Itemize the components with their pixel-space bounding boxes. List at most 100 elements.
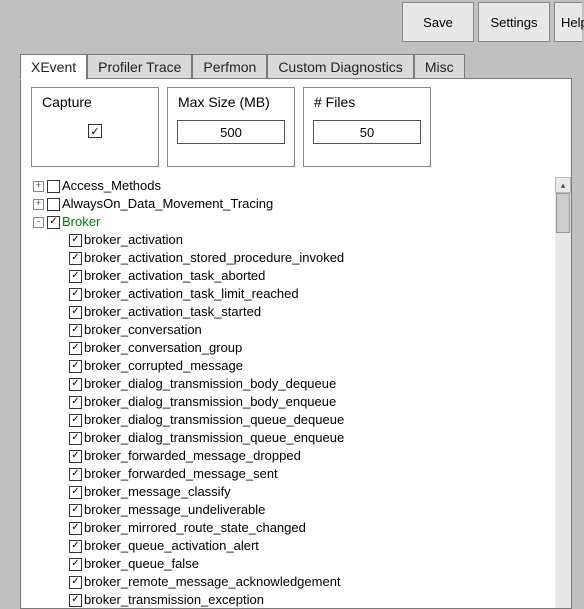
tree-checkbox[interactable]	[47, 198, 60, 211]
tree-item[interactable]: broker_conversation_group	[33, 339, 565, 357]
maxsize-label: Max Size (MB)	[168, 94, 270, 110]
tree-item[interactable]: broker_dialog_transmission_queue_enqueue	[33, 429, 565, 447]
tree-label: broker_message_undeliverable	[84, 501, 265, 519]
tree-checkbox[interactable]	[69, 432, 82, 445]
tree-checkbox[interactable]	[69, 450, 82, 463]
tree-checkbox[interactable]	[69, 504, 82, 517]
tree-label: Access_Methods	[62, 177, 161, 195]
tree-item[interactable]: broker_message_undeliverable	[33, 501, 565, 519]
tree-item[interactable]: broker_queue_activation_alert	[33, 537, 565, 555]
expand-icon[interactable]: +	[33, 199, 44, 210]
tree-label: broker_activation_stored_procedure_invok…	[84, 249, 344, 267]
collapse-icon[interactable]: -	[33, 217, 44, 228]
tab-profiler-trace[interactable]: Profiler Trace	[87, 54, 192, 79]
tree-label: broker_dialog_transmission_body_enqueue	[84, 393, 336, 411]
tree-item[interactable]: broker_mirrored_route_state_changed	[33, 519, 565, 537]
tree-label: broker_corrupted_message	[84, 357, 243, 375]
tree-checkbox[interactable]	[69, 468, 82, 481]
event-tree[interactable]: + Access_Methods + AlwaysOn_Data_Movement_T…	[33, 177, 565, 608]
tree-item[interactable]: broker_forwarded_message_sent	[33, 465, 565, 483]
tree-item[interactable]: broker_dialog_transmission_body_enqueue	[33, 393, 565, 411]
tree-item[interactable]: broker_activation_task_limit_reached	[33, 285, 565, 303]
tree-checkbox[interactable]	[69, 324, 82, 337]
capture-group: Capture ✓	[31, 87, 159, 167]
tree-label: Broker	[62, 213, 100, 231]
tab-xevent[interactable]: XEvent	[20, 54, 87, 80]
tree-checkbox[interactable]	[69, 576, 82, 589]
tree-label: AlwaysOn_Data_Movement_Tracing	[62, 195, 273, 213]
tree-category[interactable]: + Access_Methods	[33, 177, 565, 195]
tree-item[interactable]: broker_dialog_transmission_body_dequeue	[33, 375, 565, 393]
help-button[interactable]: Help	[554, 2, 582, 42]
vertical-scrollbar[interactable]: ▴	[555, 177, 571, 608]
save-button[interactable]: Save	[402, 2, 474, 42]
tree-item[interactable]: broker_corrupted_message	[33, 357, 565, 375]
tab-misc[interactable]: Misc	[414, 54, 465, 79]
tree-checkbox[interactable]	[69, 594, 82, 607]
tree-checkbox[interactable]	[69, 234, 82, 247]
tree-item[interactable]: broker_dialog_transmission_queue_dequeue	[33, 411, 565, 429]
tree-item[interactable]: broker_remote_message_acknowledgement	[33, 573, 565, 591]
files-label: # Files	[304, 94, 355, 110]
tree-checkbox[interactable]	[69, 342, 82, 355]
tree-checkbox[interactable]	[69, 414, 82, 427]
tree-item[interactable]: broker_conversation	[33, 321, 565, 339]
tree-checkbox[interactable]	[47, 216, 60, 229]
tab-panel-xevent: Capture ✓ Max Size (MB) # Files + Access_…	[20, 78, 572, 609]
capture-label: Capture	[32, 94, 92, 110]
tree-label: broker_dialog_transmission_queue_enqueue	[84, 429, 344, 447]
settings-button[interactable]: Settings	[478, 2, 550, 42]
tree-checkbox[interactable]	[47, 180, 60, 193]
tree-checkbox[interactable]	[69, 252, 82, 265]
tab-custom-diagnostics[interactable]: Custom Diagnostics	[267, 54, 414, 79]
scroll-up-icon[interactable]: ▴	[555, 177, 571, 193]
tree-label: broker_activation	[84, 231, 183, 249]
tree-item[interactable]: broker_activation_task_started	[33, 303, 565, 321]
toolbar: Save Settings Help	[402, 0, 584, 43]
tree-label: broker_transmission_exception	[84, 591, 264, 608]
tree-checkbox[interactable]	[69, 558, 82, 571]
tree-label: broker_activation_task_aborted	[84, 267, 265, 285]
scrollbar-thumb[interactable]	[556, 193, 570, 233]
tree-checkbox[interactable]	[69, 288, 82, 301]
expand-icon[interactable]: +	[33, 181, 44, 192]
settings-row: Capture ✓ Max Size (MB) # Files	[21, 79, 571, 175]
tree-label: broker_mirrored_route_state_changed	[84, 519, 306, 537]
tree-label: broker_remote_message_acknowledgement	[84, 573, 341, 591]
capture-checkbox[interactable]: ✓	[88, 124, 102, 138]
tree-label: broker_dialog_transmission_queue_dequeue	[84, 411, 344, 429]
tree-label: broker_dialog_transmission_body_dequeue	[84, 375, 336, 393]
tree-label: broker_activation_task_started	[84, 303, 261, 321]
maxsize-input[interactable]	[177, 120, 285, 144]
tree-label: broker_queue_false	[84, 555, 199, 573]
tree-item[interactable]: broker_queue_false	[33, 555, 565, 573]
tree-label: broker_message_classify	[84, 483, 231, 501]
files-group: # Files	[303, 87, 431, 167]
tree-container: + Access_Methods + AlwaysOn_Data_Movement_T…	[33, 177, 565, 608]
files-input[interactable]	[313, 120, 421, 144]
tree-label: broker_forwarded_message_dropped	[84, 447, 301, 465]
tree-checkbox[interactable]	[69, 540, 82, 553]
tree-item[interactable]: broker_forwarded_message_dropped	[33, 447, 565, 465]
tree-label: broker_conversation_group	[84, 339, 242, 357]
tree-label: broker_queue_activation_alert	[84, 537, 259, 555]
tree-item[interactable]: broker_transmission_exception	[33, 591, 565, 608]
tree-checkbox[interactable]	[69, 270, 82, 283]
tree-category[interactable]: + AlwaysOn_Data_Movement_Tracing	[33, 195, 565, 213]
tree-checkbox[interactable]	[69, 486, 82, 499]
tree-checkbox[interactable]	[69, 378, 82, 391]
tree-item[interactable]: broker_activation_task_aborted	[33, 267, 565, 285]
tree-checkbox[interactable]	[69, 396, 82, 409]
tab-strip: XEventProfiler TracePerfmonCustom Diagno…	[20, 55, 572, 79]
tree-item[interactable]: broker_message_classify	[33, 483, 565, 501]
tree-checkbox[interactable]	[69, 306, 82, 319]
tree-label: broker_activation_task_limit_reached	[84, 285, 299, 303]
tree-category[interactable]: - Broker	[33, 213, 565, 231]
tree-checkbox[interactable]	[69, 360, 82, 373]
tree-item[interactable]: broker_activation	[33, 231, 565, 249]
tree-item[interactable]: broker_activation_stored_procedure_invok…	[33, 249, 565, 267]
tree-checkbox[interactable]	[69, 522, 82, 535]
tree-label: broker_conversation	[84, 321, 202, 339]
tab-perfmon[interactable]: Perfmon	[192, 54, 267, 79]
tree-label: broker_forwarded_message_sent	[84, 465, 278, 483]
